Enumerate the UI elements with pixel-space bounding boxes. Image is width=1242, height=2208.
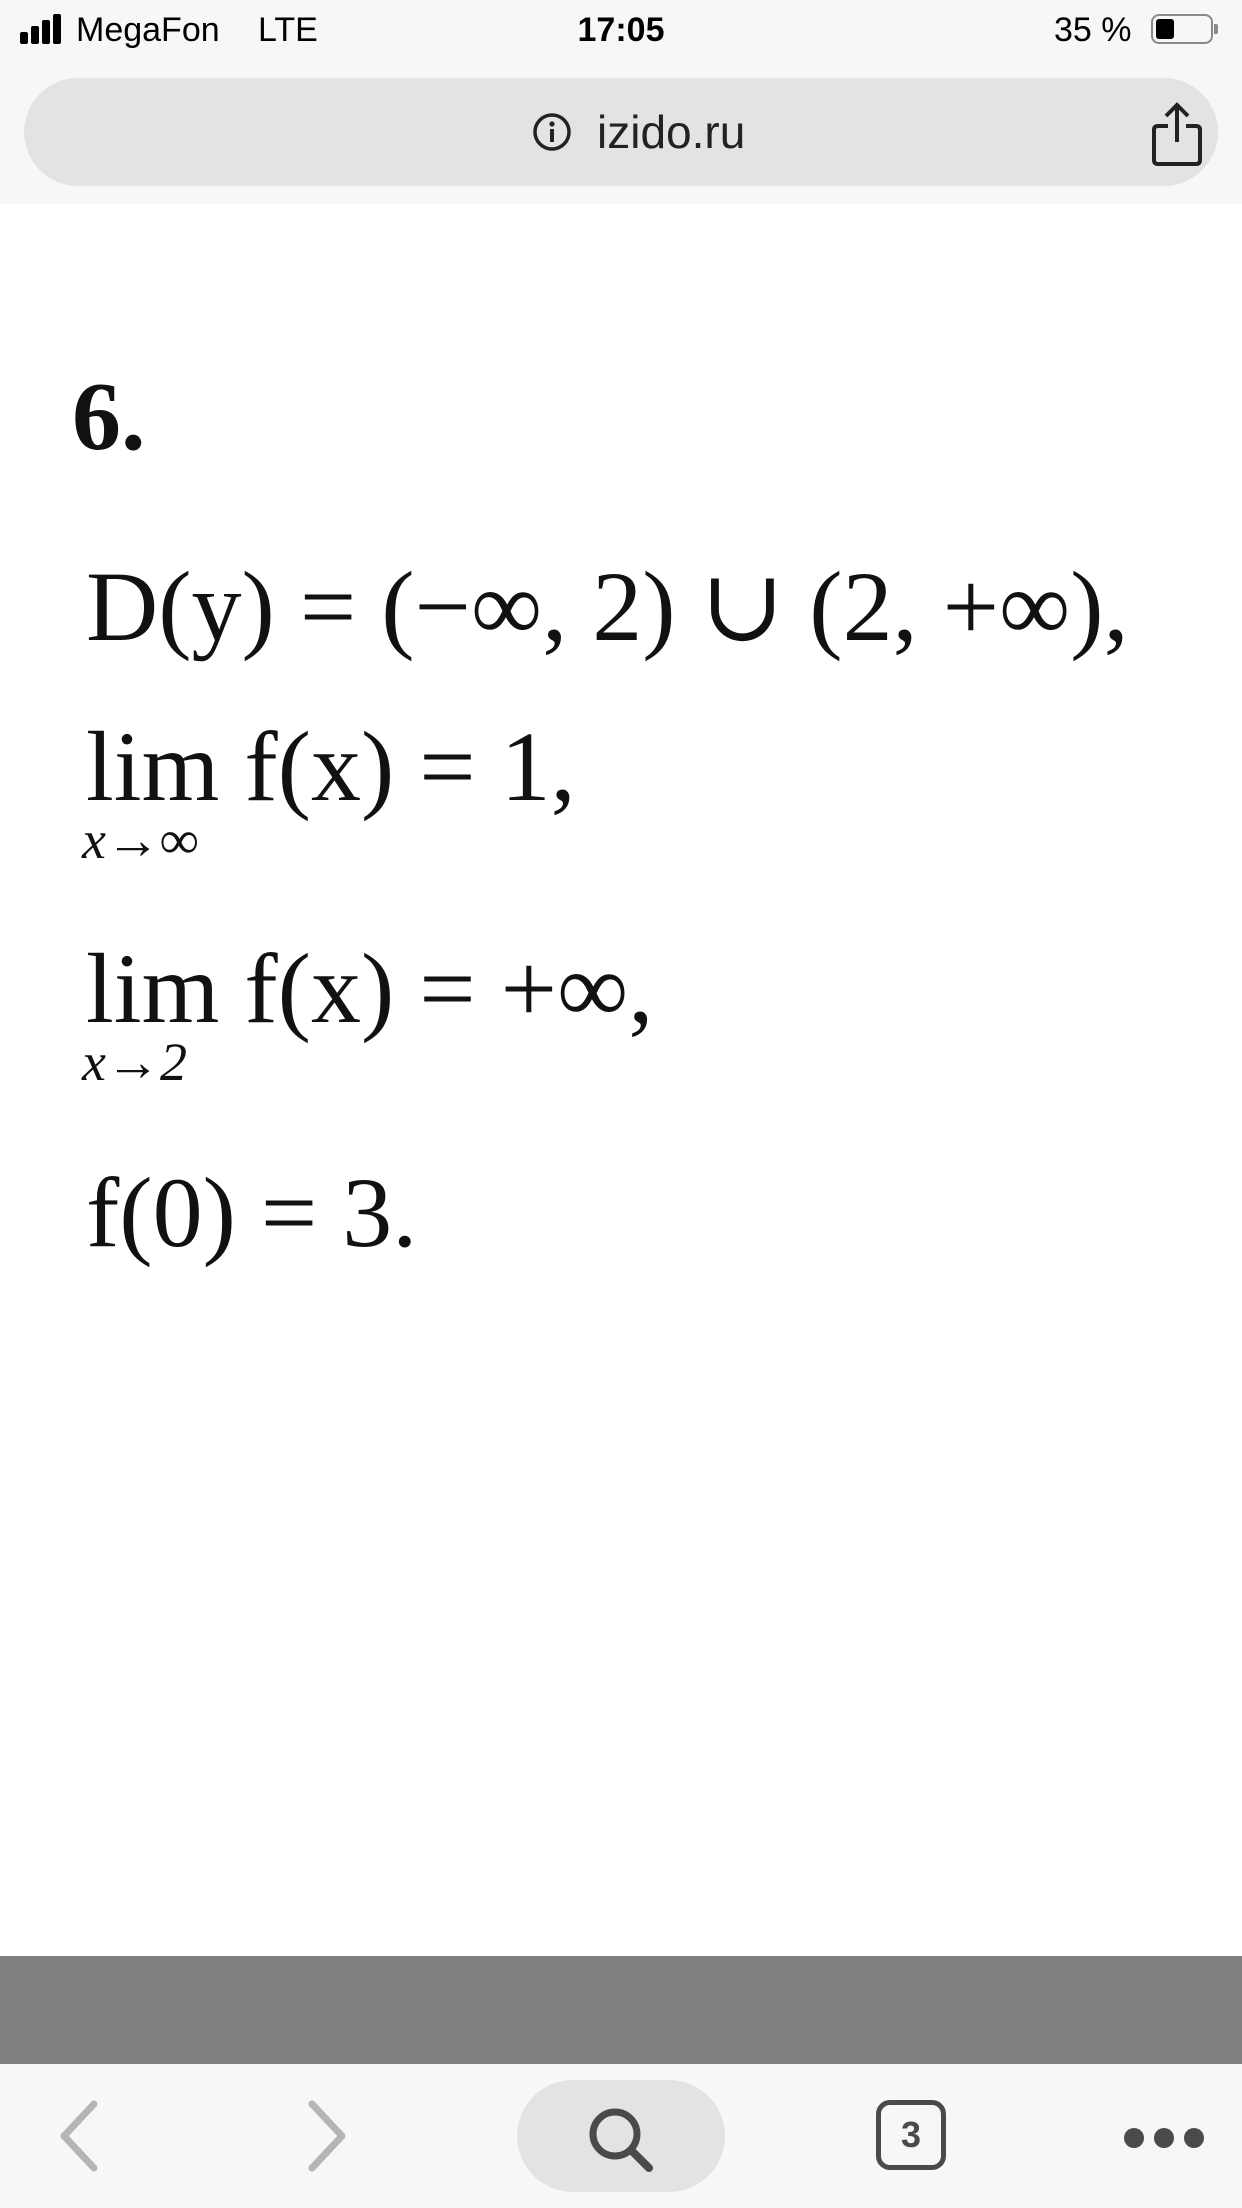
page-content: 6. D(y) = (−∞, 2) ∪ (2, +∞), lim f(x) = …	[0, 204, 1242, 1956]
domain-equation: D(y) = (−∞, 2) ∪ (2, +∞),	[86, 551, 1129, 662]
limit-infinity-text: lim f(x) = 1,	[86, 711, 576, 822]
share-icon[interactable]	[1148, 102, 1206, 168]
page-footer-band	[0, 1956, 1242, 2064]
back-icon[interactable]	[54, 2098, 104, 2174]
browser-toolbar: 3	[0, 2064, 1242, 2208]
limit-subscript: x→2	[82, 1032, 187, 1092]
search-icon	[589, 2108, 653, 2172]
function-value-equation: f(0) = 3.	[86, 1157, 418, 1268]
address-bar[interactable]: izido.ru	[24, 78, 1218, 186]
forward-icon[interactable]	[302, 2098, 352, 2174]
limit-infinity-equation: lim f(x) = 1, x→∞	[82, 711, 576, 871]
limit-expression: lim f(x) = 1, x→∞	[82, 711, 576, 871]
limit-expression: lim f(x) = +∞, x→2	[82, 933, 654, 1093]
browser-header: izido.ru	[0, 62, 1242, 204]
problem-number: 6.	[72, 363, 146, 471]
info-icon[interactable]	[532, 112, 572, 152]
limit-subscript: x→∞	[82, 810, 199, 870]
battery-percent: 35 %	[1054, 11, 1132, 49]
status-bar: MegaFon LTE 17:05 35 %	[0, 0, 1242, 62]
url-text[interactable]: izido.ru	[597, 108, 745, 156]
battery-icon	[1151, 14, 1219, 44]
limit-two-text: lim f(x) = +∞,	[86, 933, 654, 1044]
more-icon[interactable]	[1124, 2128, 1204, 2148]
limit-two-equation: lim f(x) = +∞, x→2	[82, 933, 654, 1093]
search-button[interactable]	[517, 2080, 725, 2192]
tabs-button[interactable]: 3	[876, 2100, 946, 2170]
